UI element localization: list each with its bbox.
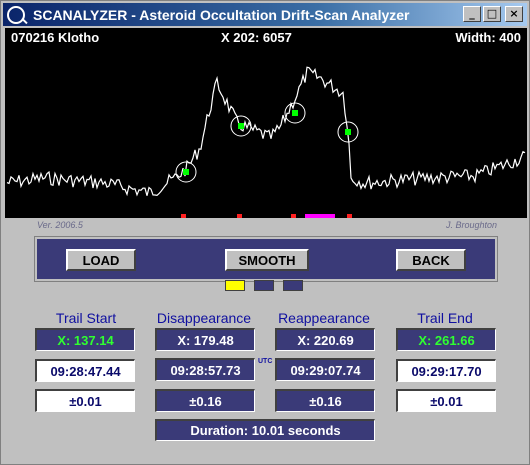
- position-tick-1: [181, 214, 186, 218]
- disappearance-x: X: 179.48: [155, 328, 255, 351]
- maximize-button[interactable]: □: [483, 6, 501, 22]
- reappearance-heading: Reappearance: [278, 310, 370, 326]
- button-panel: LOAD SMOOTH BACK: [34, 236, 498, 282]
- title-bar[interactable]: SCANALYZER - Asteroid Occultation Drift-…: [3, 3, 527, 26]
- app-window: SCANALYZER - Asteroid Occultation Drift-…: [0, 0, 530, 465]
- trail-end-x: X: 261.66: [396, 328, 496, 351]
- load-button[interactable]: LOAD: [66, 249, 136, 271]
- author-label: J. Broughton: [445, 220, 497, 230]
- indicator-2: [254, 280, 274, 291]
- duration-readout: Duration: 10.01 seconds: [155, 419, 375, 441]
- credits-bar: Ver. 2006.5 J. Broughton: [5, 220, 527, 232]
- trail-end-error: ±0.01: [396, 389, 496, 412]
- smooth-button[interactable]: SMOOTH: [225, 249, 309, 271]
- reappearance-error: ±0.16: [275, 389, 375, 412]
- indicator-1: [225, 280, 245, 291]
- position-tick-2: [237, 214, 242, 218]
- disappearance-heading: Disappearance: [156, 310, 252, 326]
- version-label: Ver. 2006.5: [37, 220, 83, 230]
- trail-end-heading: Trail End: [417, 310, 473, 326]
- light-curve-trace: [6, 66, 526, 197]
- window-title: SCANALYZER - Asteroid Occultation Drift-…: [33, 6, 410, 23]
- reappearance-x: X: 220.69: [275, 328, 375, 351]
- drift-scan-plot[interactable]: 070216 Klotho X 202: 6057 Width: 400: [5, 28, 527, 218]
- utc-label: UTC: [258, 358, 273, 365]
- reappearance-time: 09:29:07.74: [275, 358, 375, 381]
- disappearance-error: ±0.16: [155, 389, 255, 412]
- smoothing-indicators: [225, 280, 303, 291]
- trail-start-time: 09:28:47.44: [35, 359, 135, 382]
- minimize-button[interactable]: _: [463, 6, 481, 22]
- indicator-3: [283, 280, 303, 291]
- window-controls: _ □ ×: [463, 6, 523, 22]
- trail-start-x: X: 137.14: [35, 328, 135, 351]
- event-marker-dot-2: [238, 123, 244, 129]
- back-button[interactable]: BACK: [396, 249, 466, 271]
- trail-start-error: ±0.01: [35, 389, 135, 412]
- position-tick-3: [291, 214, 296, 218]
- trail-start-heading: Trail Start: [55, 310, 117, 326]
- event-marker-dot-1: [183, 169, 189, 175]
- trail-end-time: 09:29:17.70: [396, 359, 496, 382]
- plot-canvas[interactable]: [5, 28, 527, 218]
- position-tick-4: [305, 214, 335, 218]
- event-marker-dot-4: [345, 129, 351, 135]
- disappearance-time: 09:28:57.73: [155, 358, 255, 381]
- event-marker-dot-3: [292, 110, 298, 116]
- magnifier-icon: [7, 5, 25, 24]
- position-tick-5: [347, 214, 352, 218]
- close-button[interactable]: ×: [505, 6, 523, 22]
